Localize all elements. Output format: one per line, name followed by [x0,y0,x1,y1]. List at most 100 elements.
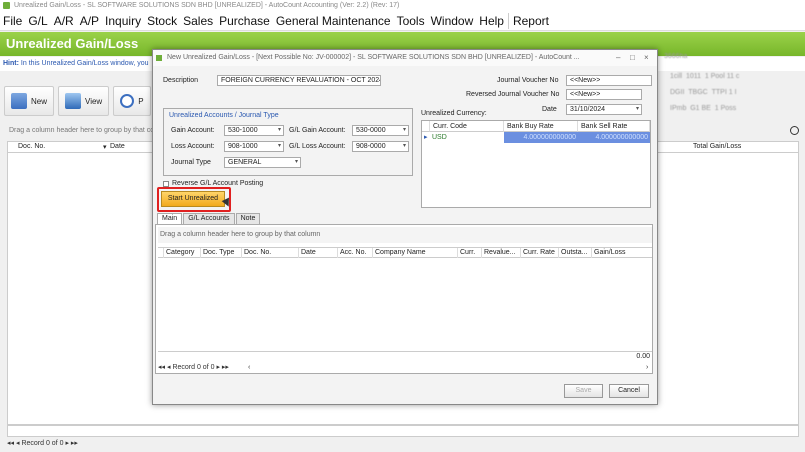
search-icon[interactable] [790,126,799,135]
gl-gain-account-select[interactable]: 530-0000 [352,125,409,136]
menu-window[interactable]: Window [431,14,474,28]
detail-group-by-panel[interactable]: Drag a column header here to group by th… [158,227,652,243]
scroll-right-icon[interactable]: › [646,363,648,373]
reversed-jv-no-label: Reversed Journal Voucher No [466,91,560,98]
column-revalue[interactable]: Revalue... [482,248,521,258]
tab-note[interactable]: Note [235,213,261,224]
journal-type-select[interactable]: GENERAL [224,157,301,168]
column-date[interactable]: Date [299,248,338,258]
date-picker[interactable]: 31/10/2024 [566,104,642,115]
toolbar: New View P [4,86,151,116]
minimize-icon[interactable]: – [616,50,620,66]
nav-prev-icon[interactable]: ◂ [16,440,20,447]
menu-sales[interactable]: Sales [183,14,213,28]
hint-text: In this Unrealized Gain/Loss window, you [20,60,149,67]
menu-inquiry[interactable]: Inquiry [105,14,141,28]
row-pointer-icon: ▸ [424,134,428,141]
bank-sell-rate-cell[interactable]: 4.000000000000 [578,132,650,143]
cancel-button[interactable]: Cancel [609,384,649,398]
new-unrealized-dialog: New Unrealized Gain/Loss - [Next Possibl… [152,49,658,405]
tab-main[interactable]: Main [157,213,183,224]
detail-record-navigator: ◂◂ ◂ Record 0 of 0 ▸ ▸▸ ‹ › [158,363,652,373]
nav-prev-icon[interactable]: ◂ [167,364,171,371]
menu-ar[interactable]: A/R [54,14,74,28]
gain-account-label: Gain Account: [171,127,215,134]
new-button[interactable]: New [4,86,55,116]
column-bank-buy-rate[interactable]: Bank Buy Rate [504,121,578,132]
main-tab-panel: Drag a column header here to group by th… [155,224,653,374]
main-group-by-panel[interactable]: Drag a column header here to group by th… [4,123,154,139]
preview-button[interactable]: P [113,86,151,116]
date-label: Date [542,106,557,113]
column-curr-code[interactable]: Curr. Code [430,121,504,132]
dialog-title-bar: New Unrealized Gain/Loss - [Next Possibl… [153,50,657,66]
accounts-group-title: Unrealized Accounts / Journal Type [169,112,279,119]
background-panel: 3666ha 1cill 1011 1 Pool 11 c DGII TBGC … [660,53,805,118]
column-date[interactable]: Date [110,143,125,150]
column-outstanding[interactable]: Outsta... [559,248,592,258]
loss-account-select[interactable]: 908-1000 [224,141,284,152]
description-input[interactable]: FOREIGN CURRENCY REVALUATION - OCT 2024 [217,75,381,86]
window-title: Unrealized Gain/Loss - SL SOFTWARE SOLUT… [14,2,400,9]
column-doc-no[interactable]: Doc. No. [18,143,45,150]
menu-tools[interactable]: Tools [397,14,425,28]
gl-loss-account-select[interactable]: 908-0000 [352,141,409,152]
menu-ap[interactable]: A/P [80,14,99,28]
tab-gl-accounts[interactable]: G/L Accounts [183,213,235,224]
nav-last-icon[interactable]: ▸▸ [71,440,78,447]
column-category[interactable]: Category [164,248,201,258]
menu-general-maintenance[interactable]: General Maintenance [276,14,391,28]
view-button[interactable]: View [58,86,110,116]
nav-last-icon[interactable]: ▸▸ [222,364,229,371]
nav-next-icon[interactable]: ▸ [216,364,220,371]
menu-help[interactable]: Help [479,14,504,28]
menu-file[interactable]: File [3,14,22,28]
column-curr[interactable]: Curr. [458,248,482,258]
maximize-icon[interactable]: □ [630,50,635,66]
bank-buy-rate-cell[interactable]: 4.000000000000 [504,132,578,143]
column-gain-loss[interactable]: Gain/Loss [592,248,652,258]
accounts-group: Unrealized Accounts / Journal Type Gain … [163,108,413,176]
nav-first-icon[interactable]: ◂◂ [158,364,165,371]
nav-first-icon[interactable]: ◂◂ [7,440,14,447]
currency-grid[interactable]: Curr. Code Bank Buy Rate Bank Sell Rate … [421,120,651,208]
sort-chevron-icon: ▾ [103,144,107,151]
table-row[interactable]: ▸ USD 4.000000000000 4.000000000000 [422,132,650,143]
jv-no-input[interactable]: <<New>> [566,75,652,86]
background-row: DGII TBGC TTPI 1 I [670,89,737,96]
gain-account-select[interactable]: 530-1000 [224,125,284,136]
preview-button-label: P [138,96,144,106]
reversed-jv-no-input[interactable]: <<New>> [566,89,642,100]
nav-next-icon[interactable]: ▸ [65,440,69,447]
reverse-posting-label: Reverse G/L Account Posting [172,180,264,187]
column-acc-no[interactable]: Acc. No. [338,248,373,258]
currency-grid-indicator [422,121,430,132]
menu-purchase[interactable]: Purchase [219,14,270,28]
gain-loss-total: 0.00 [158,351,652,361]
page-title: Unrealized Gain/Loss [6,36,139,51]
save-button[interactable]: Save [564,384,603,398]
currency-code-cell[interactable]: USD [430,132,504,143]
view-document-icon [65,93,82,109]
column-company-name[interactable]: Company Name [373,248,458,258]
window-title-bar: Unrealized Gain/Loss - SL SOFTWARE SOLUT… [0,0,805,11]
menu-bar: File G/L A/R A/P Inquiry Stock Sales Pur… [0,11,805,31]
menu-gl[interactable]: G/L [28,14,47,28]
column-doc-type[interactable]: Doc. Type [201,248,242,258]
gl-loss-account-label: G/L Loss Account: [289,143,346,150]
background-row: 1cill 1011 1 Pool 11 c [670,73,740,80]
scroll-left-icon[interactable]: ‹ [248,363,250,373]
app-icon [3,2,10,9]
close-icon[interactable]: × [644,50,649,66]
description-label: Description [163,77,199,84]
unrealized-currency-label: Unrealized Currency: [421,110,487,117]
menu-report[interactable]: Report [513,14,549,28]
column-curr-rate[interactable]: Curr. Rate [521,248,559,258]
column-total-gain-loss[interactable]: Total Gain/Loss [693,143,741,150]
detail-grid-header: Category Doc. Type Doc. No. Date Acc. No… [158,247,652,258]
column-doc-no[interactable]: Doc. No. [242,248,299,258]
background-row: IPmb G1 BE 1 Poss [670,105,737,112]
jv-no-label: Journal Voucher No [497,77,559,84]
menu-stock[interactable]: Stock [147,14,177,28]
column-bank-sell-rate[interactable]: Bank Sell Rate [578,121,650,132]
